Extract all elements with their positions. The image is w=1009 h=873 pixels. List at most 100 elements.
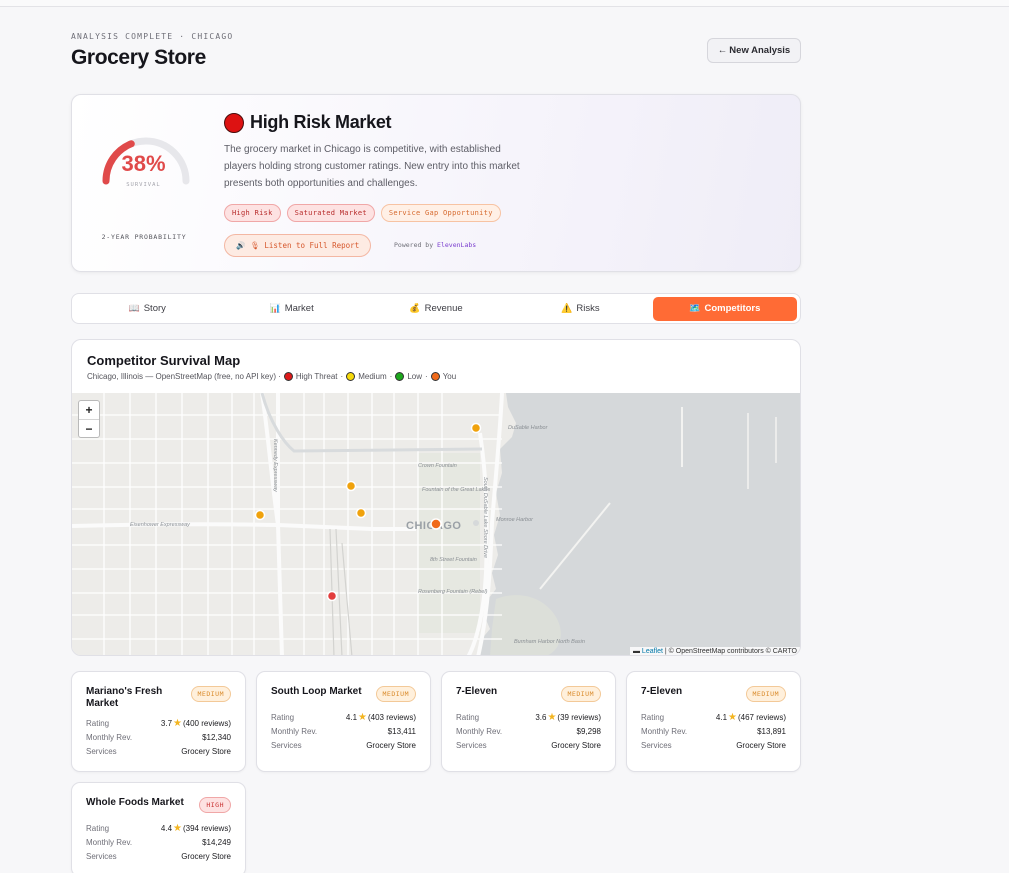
revenue-label: Monthly Rev. (641, 726, 688, 736)
elevenlabs-link[interactable]: ElevenLabs (437, 241, 476, 249)
competitor-name: 7-Eleven (641, 686, 683, 697)
listen-report-button[interactable]: 🔊 🎙 Listen to Full Report (224, 234, 372, 257)
rating-row: Rating 4.1 ★ (467 reviews) (641, 710, 786, 724)
map-label-8th-fountain: 8th Street Fountain (430, 557, 477, 563)
analysis-status: ANALYSIS COMPLETE · CHICAGO (71, 32, 234, 41)
services-label: Services (641, 740, 672, 750)
you-legend-icon (430, 372, 440, 381)
legend-separator: · (389, 372, 393, 381)
tab-label: Risks (576, 303, 600, 314)
leaflet-link[interactable]: Leaflet (642, 648, 663, 655)
risk-tags: High Risk Saturated Market Service Gap O… (224, 204, 501, 222)
medium-threat-marker (254, 509, 266, 521)
tab-risks[interactable]: ⚠️ Risks (508, 297, 652, 321)
competitor-name: 7-Eleven (456, 686, 498, 697)
zoom-control: + − (78, 400, 100, 438)
competitor-details: Rating 4.1 ★ (403 reviews) Monthly Rev. $13,… (271, 710, 416, 752)
survival-label: SURVIVAL (126, 182, 161, 188)
star-icon: ★ (358, 711, 367, 723)
revenue-row: Monthly Rev. $13,411 (271, 724, 416, 738)
attribution-text: | © OpenStreetMap contributors © CARTO (662, 648, 797, 655)
rating-row: Rating 4.1 ★ (403 reviews) (271, 710, 416, 724)
star-icon: ★ (173, 822, 182, 834)
money-bag-icon: 💰 (409, 303, 421, 313)
competitor-card[interactable]: Whole Foods Market HIGH Rating 4.4 ★ (394 r… (71, 782, 246, 873)
map-label-rosenberg: Rosenberg Fountain (Rebel) (418, 589, 488, 595)
bar-chart-icon: 📊 (269, 303, 281, 313)
legend-high-label: High Threat (295, 372, 338, 381)
revenue-label: Monthly Rev. (86, 837, 133, 847)
legend-separator: · (425, 372, 428, 381)
powered-by: Powered by ElevenLabs (394, 241, 476, 249)
competitor-details: Rating 3.6 ★ (39 reviews) Monthly Rev. $9,29… (456, 710, 601, 752)
rating-row: Rating 3.6 ★ (39 reviews) (456, 710, 601, 724)
services-value: Grocery Store (181, 746, 231, 756)
ukraine-flag-icon: ▬ (632, 648, 640, 655)
tab-revenue[interactable]: 💰 Revenue (364, 297, 508, 321)
map-label-dusable-harbor: DuSable Harbor (508, 425, 549, 431)
revenue-value: $9,298 (576, 726, 601, 736)
map-subtitle: Chicago, Illinois — OpenStreetMap (free,… (87, 372, 456, 381)
services-row: Services Grocery Store (271, 738, 416, 752)
map-label-burnham: Burnham Harbor North Basin (514, 639, 585, 645)
top-bar (0, 0, 1009, 7)
tab-market[interactable]: 📊 Market (219, 297, 363, 321)
review-count: (467 reviews) (737, 712, 786, 722)
threat-badge: MEDIUM (560, 686, 601, 702)
medium-legend-icon (346, 372, 356, 381)
grant-park (418, 453, 480, 633)
rating-label: Rating (641, 712, 665, 722)
rating-value: 3.6 (535, 712, 547, 722)
tag-service-gap: Service Gap Opportunity (380, 204, 501, 222)
new-analysis-label: New Analysis (729, 45, 791, 56)
map-viewport[interactable]: CHICAGO Crown Fountain Fountain of the G… (72, 393, 800, 655)
competitor-name: Whole Foods Market (86, 797, 184, 808)
competitor-details: Rating 3.7 ★ (400 reviews) Monthly Rev. $12,… (86, 716, 231, 758)
competitor-card[interactable]: 7-Eleven MEDIUM Rating 4.1 ★ (467 reviews) … (626, 671, 801, 772)
rating-label: Rating (271, 712, 295, 722)
medium-threat-marker (345, 480, 357, 492)
threat-badge: MEDIUM (375, 686, 416, 702)
tab-competitors[interactable]: 🗺️ Competitors (652, 296, 798, 321)
competitor-details: Rating 4.1 ★ (467 reviews) Monthly Rev. $13,… (641, 710, 786, 752)
high-threat-legend-icon (283, 372, 293, 381)
map-label-fountain-great-lakes: Fountain of the Great Lakes (422, 487, 490, 493)
map-label-crown-fountain: Crown Fountain (418, 463, 457, 469)
services-value: Grocery Store (181, 851, 231, 861)
new-analysis-button[interactable]: ← New Analysis (707, 38, 801, 63)
survival-percent: 38% (121, 151, 166, 176)
tab-label: Story (143, 303, 166, 314)
low-legend-icon (395, 372, 405, 381)
rating-row: Rating 3.7 ★ (400 reviews) (86, 716, 231, 730)
revenue-label: Monthly Rev. (86, 732, 133, 742)
revenue-row: Monthly Rev. $9,298 (456, 724, 601, 738)
competitor-map-card: Competitor Survival Map Chicago, Illinoi… (71, 339, 801, 656)
services-row: Services Grocery Store (456, 738, 601, 752)
rating-value: 4.1 (715, 712, 728, 722)
zoom-in-button[interactable]: + (79, 401, 99, 419)
map-attribution: ▬ Leaflet | © OpenStreetMap contributors… (629, 647, 800, 655)
warning-icon: ⚠️ (561, 303, 573, 313)
revenue-value: $13,411 (387, 726, 416, 736)
legend-medium-label: Medium (358, 372, 387, 381)
map-label-eisenhower: Eisenhower Expressway (130, 522, 191, 528)
competitor-card[interactable]: Mariano's Fresh Market MEDIUM Rating 3.7 ★… (71, 671, 246, 772)
map-tiles: CHICAGO Crown Fountain Fountain of the G… (72, 393, 800, 655)
tab-story[interactable]: 📖 Story (75, 297, 219, 321)
competitor-card[interactable]: 7-Eleven MEDIUM Rating 3.6 ★ (39 reviews) M… (441, 671, 616, 772)
rating-value: 4.1 (345, 712, 358, 722)
tab-label: Competitors (704, 303, 761, 314)
review-count: (403 reviews) (367, 712, 416, 722)
competitor-card[interactable]: South Loop Market MEDIUM Rating 4.1 ★ (403 … (256, 671, 431, 772)
report-tabs: 📖 Story 📊 Market 💰 Revenue ⚠️ Risks 🗺️ Compet… (71, 293, 801, 324)
red-circle-icon (224, 112, 244, 133)
tag-high-risk: High Risk (224, 204, 281, 222)
revenue-row: Monthly Rev. $13,891 (641, 724, 786, 738)
map-title: Competitor Survival Map (87, 353, 241, 368)
rating-value: 3.7 (160, 718, 173, 728)
rating-value: 4.4 (160, 823, 173, 833)
services-label: Services (456, 740, 487, 750)
medium-threat-marker (355, 507, 367, 519)
zoom-out-button[interactable]: − (79, 419, 99, 437)
review-count: (400 reviews) (182, 718, 231, 728)
